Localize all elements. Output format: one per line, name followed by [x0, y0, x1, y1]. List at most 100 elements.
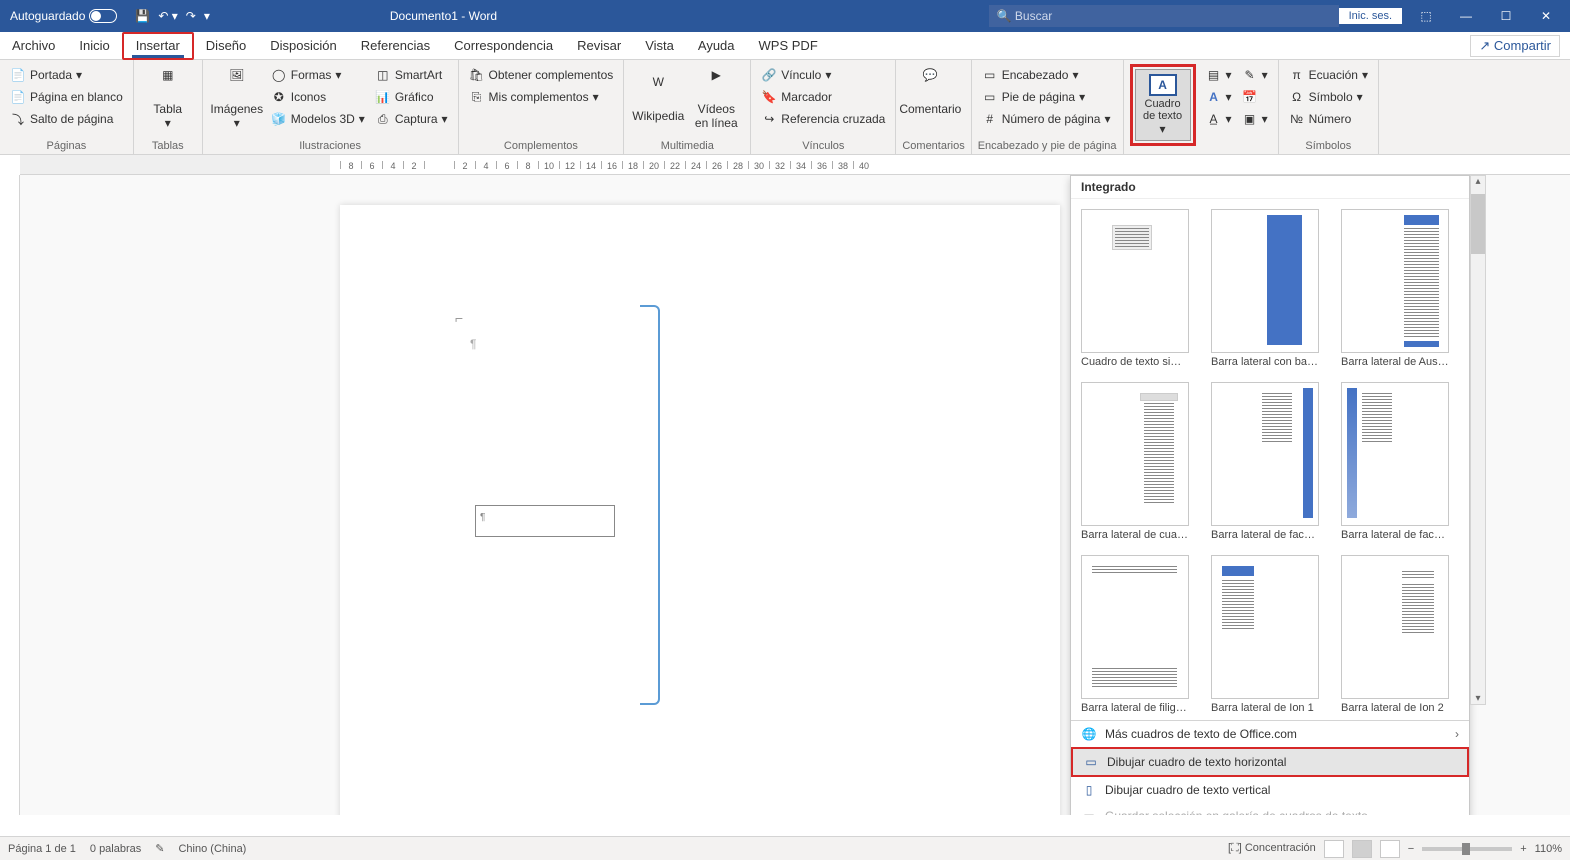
- page: ⌐ ¶ ¶: [340, 205, 1060, 815]
- print-layout-button[interactable]: [1352, 840, 1372, 858]
- language-indicator[interactable]: Chino (China): [178, 843, 246, 855]
- smartart-button[interactable]: ◫SmartArt: [371, 64, 452, 86]
- gallery-item[interactable]: Barra lateral de faceta ...: [1211, 382, 1319, 541]
- tab-disposicion[interactable]: Disposición: [258, 32, 348, 60]
- modelos3d-button[interactable]: 🧊Modelos 3D ▾: [267, 108, 369, 130]
- search-box[interactable]: 🔍 Buscar: [989, 5, 1339, 27]
- numero-button[interactable]: №Número: [1285, 108, 1372, 130]
- ribbon-display-icon[interactable]: ⬚: [1410, 9, 1442, 23]
- marcador-button[interactable]: 🔖Marcador: [757, 86, 889, 108]
- encabezado-button[interactable]: ▭Encabezado ▾: [978, 64, 1117, 86]
- bookmark-icon: 🔖: [761, 89, 777, 105]
- screenshot-icon: ⎙: [375, 111, 391, 127]
- gallery-item[interactable]: Barra lateral de faceta ...: [1341, 382, 1449, 541]
- object-button[interactable]: ▣▾: [1238, 108, 1272, 130]
- numero-pagina-button[interactable]: #Número de página ▾: [978, 108, 1117, 130]
- smartart-icon: ◫: [375, 67, 391, 83]
- videos-button[interactable]: ▶Vídeos en línea: [688, 64, 744, 135]
- draw-vertical-textbox[interactable]: ▯ Dibujar cuadro de texto vertical: [1071, 777, 1469, 803]
- store-icon: 🛍: [469, 67, 485, 83]
- signature-line-button[interactable]: ✎▾: [1238, 64, 1272, 86]
- gallery-item[interactable]: Barra lateral con bandas: [1211, 209, 1319, 368]
- minimize-icon[interactable]: —: [1450, 9, 1482, 23]
- gallery-item[interactable]: Barra lateral de cuadrí...: [1081, 382, 1189, 541]
- shapes-icon: ◯: [271, 67, 287, 83]
- quick-parts-button[interactable]: ▤▾: [1202, 64, 1236, 86]
- document-title: Documento1 - Word: [210, 9, 949, 23]
- gallery-item[interactable]: Barra lateral de Ion 2: [1341, 555, 1449, 714]
- tab-referencias[interactable]: Referencias: [349, 32, 442, 60]
- gallery-item[interactable]: Barra lateral de Ion 1: [1211, 555, 1319, 714]
- textbox-vertical-icon: ▯: [1081, 782, 1097, 798]
- gallery-scrollbar[interactable]: ▴ ▾: [1470, 175, 1486, 705]
- cuadro-texto-button[interactable]: A Cuadro de texto ▾: [1130, 64, 1196, 146]
- portada-button[interactable]: 📄Portada ▾: [6, 64, 127, 86]
- cover-page-icon: 📄: [10, 67, 26, 83]
- mis-complementos-button[interactable]: ⎘Mis complementos ▾: [465, 86, 618, 108]
- ecuacion-button[interactable]: πEcuación ▾: [1285, 64, 1372, 86]
- share-button[interactable]: ↗ Compartir: [1470, 35, 1560, 57]
- read-mode-button[interactable]: [1324, 840, 1344, 858]
- undo-icon[interactable]: ↶ ▾: [158, 9, 177, 23]
- scrollbar-thumb[interactable]: [1471, 194, 1485, 254]
- grafico-button[interactable]: 📊Gráfico: [371, 86, 452, 108]
- drawn-textbox[interactable]: [475, 505, 615, 537]
- more-office-textboxes[interactable]: 🌐 Más cuadros de texto de Office.com ›: [1071, 721, 1469, 747]
- tab-vista[interactable]: Vista: [633, 32, 686, 60]
- zoom-level[interactable]: 110%: [1535, 843, 1562, 855]
- wordart-button[interactable]: A▾: [1202, 86, 1236, 108]
- referencia-cruzada-button[interactable]: ↪Referencia cruzada: [757, 108, 889, 130]
- imagenes-button[interactable]: 🖼Imágenes▾: [209, 64, 265, 135]
- pagina-blanco-button[interactable]: 📄Página en blanco: [6, 86, 127, 108]
- title-bar: Autoguardado 💾 ↶ ▾ ↷ ▾ Documento1 - Word…: [0, 0, 1570, 32]
- tab-revisar[interactable]: Revisar: [565, 32, 633, 60]
- redo-icon[interactable]: ↷: [186, 9, 196, 23]
- link-icon: 🔗: [761, 67, 777, 83]
- tab-diseno[interactable]: Diseño: [194, 32, 258, 60]
- formas-button[interactable]: ◯Formas ▾: [267, 64, 369, 86]
- group-comentarios: 💬Comentario Comentarios: [896, 60, 971, 154]
- gallery-item[interactable]: Cuadro de texto simple: [1081, 209, 1189, 368]
- pie-pagina-button[interactable]: ▭Pie de página ▾: [978, 86, 1117, 108]
- focus-mode-button[interactable]: [⛶] Concentración: [1228, 842, 1316, 855]
- margin-corner-icon: ⌐: [455, 310, 463, 326]
- salto-pagina-button[interactable]: ⤵Salto de página: [6, 108, 127, 130]
- save-icon[interactable]: 💾: [135, 9, 150, 23]
- obtener-complementos-button[interactable]: 🛍Obtener complementos: [465, 64, 618, 86]
- proofing-icon[interactable]: ✎: [155, 842, 164, 855]
- simbolo-button[interactable]: ΩSímbolo ▾: [1285, 86, 1372, 108]
- tab-inicio[interactable]: Inicio: [67, 32, 121, 60]
- group-multimedia: WWikipedia ▶Vídeos en línea Multimedia: [624, 60, 751, 154]
- iconos-button[interactable]: ✪Iconos: [267, 86, 369, 108]
- tab-insertar[interactable]: Insertar: [122, 32, 194, 60]
- page-break-icon: ⤵: [10, 111, 26, 127]
- wikipedia-button[interactable]: WWikipedia: [630, 64, 686, 135]
- tab-ayuda[interactable]: Ayuda: [686, 32, 747, 60]
- word-count[interactable]: 0 palabras: [90, 843, 141, 855]
- draw-horizontal-textbox[interactable]: ▭ Dibujar cuadro de texto horizontal: [1071, 747, 1469, 777]
- tabla-button[interactable]: ▦ Tabla▾: [140, 64, 196, 135]
- autosave-toggle[interactable]: Autoguardado: [10, 9, 117, 23]
- zoom-in-button[interactable]: +: [1520, 843, 1526, 855]
- page-indicator[interactable]: Página 1 de 1: [8, 843, 76, 855]
- captura-button[interactable]: ⎙Captura ▾: [371, 108, 452, 130]
- drop-cap-button[interactable]: A̲▾: [1202, 108, 1236, 130]
- comentario-button[interactable]: 💬Comentario: [902, 64, 958, 120]
- tab-archivo[interactable]: Archivo: [0, 32, 67, 60]
- gallery-item[interactable]: Barra lateral de Austin: [1341, 209, 1449, 368]
- horizontal-ruler[interactable]: 8642 246810 1214161820 2224262830 323436…: [20, 155, 1570, 175]
- tab-wpspdf[interactable]: WPS PDF: [747, 32, 830, 60]
- date-time-button[interactable]: 📅: [1238, 86, 1272, 108]
- close-icon[interactable]: ✕: [1530, 9, 1562, 23]
- maximize-icon[interactable]: ☐: [1490, 9, 1522, 23]
- gallery-item[interactable]: Barra lateral de filigrana: [1081, 555, 1189, 714]
- ribbon: 📄Portada ▾ 📄Página en blanco ⤵Salto de p…: [0, 60, 1570, 155]
- vinculo-button[interactable]: 🔗Vínculo ▾: [757, 64, 889, 86]
- tab-correspondencia[interactable]: Correspondencia: [442, 32, 565, 60]
- signin-button[interactable]: Inic. ses.: [1339, 8, 1402, 24]
- web-layout-button[interactable]: [1380, 840, 1400, 858]
- vertical-ruler[interactable]: [0, 175, 20, 815]
- zoom-slider[interactable]: [1422, 847, 1512, 851]
- document-canvas[interactable]: ⌐ ¶ ¶ Integrado Cuadro de texto simple B…: [20, 175, 1570, 815]
- zoom-out-button[interactable]: −: [1408, 843, 1414, 855]
